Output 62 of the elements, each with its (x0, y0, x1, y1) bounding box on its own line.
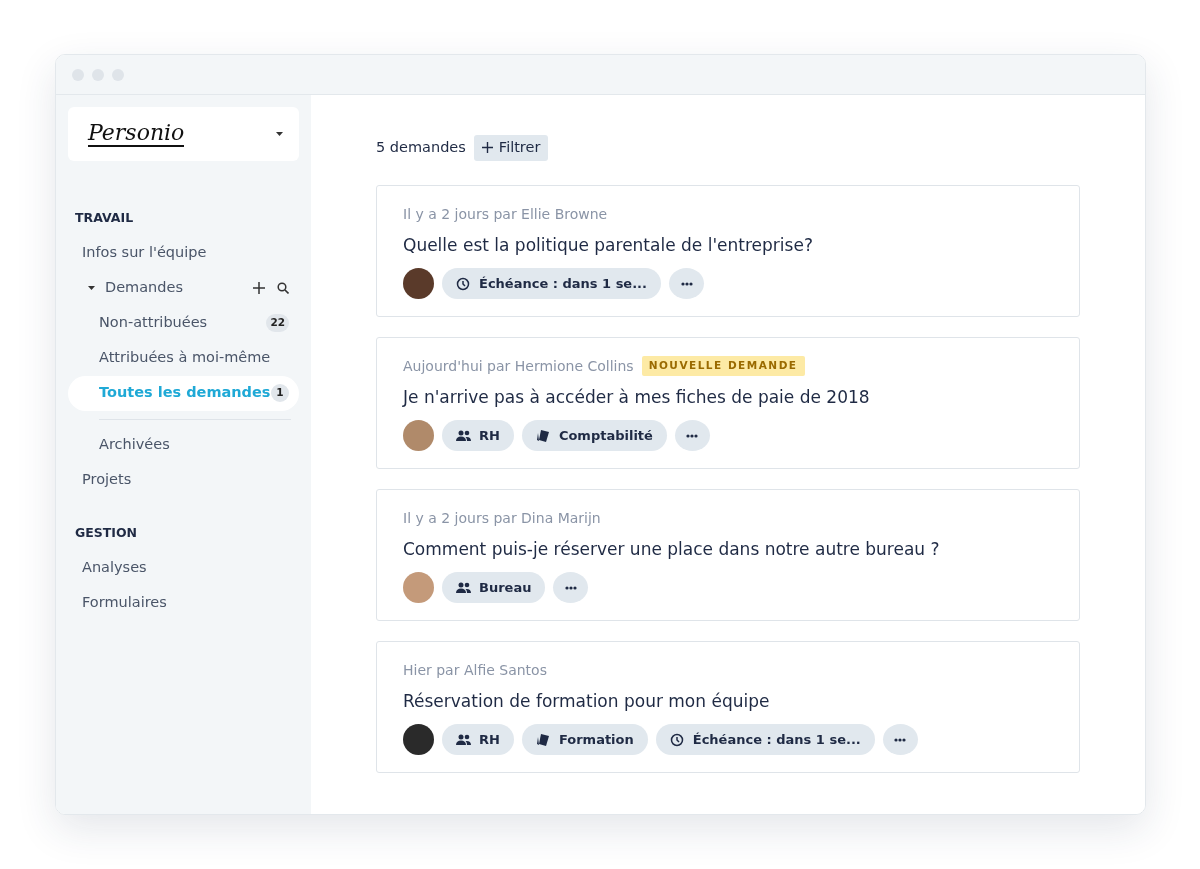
request-card[interactable]: Aujourd'hui par Hermione Collins NOUVELLE DEMANDE Je n'arrive pas à accéder à mes fiches de paie de 2018 RH Comptabilité (376, 336, 1080, 469)
more-button[interactable] (669, 268, 704, 300)
request-meta: Il y a 2 jours par Ellie Browne (403, 204, 608, 224)
cards-icon (535, 428, 551, 443)
sidebar-item[interactable]: Projets (68, 462, 299, 498)
count-badge: 1 (271, 384, 289, 403)
clock-icon (669, 732, 685, 747)
tag-chip[interactable]: Comptabilité (521, 420, 667, 452)
avatar (403, 268, 434, 300)
more-button[interactable] (553, 572, 589, 604)
people-icon (456, 428, 471, 443)
people-icon (456, 580, 471, 595)
avatar (403, 572, 434, 604)
sidebar-item[interactable]: Archivées (68, 427, 299, 463)
sidebar-item[interactable]: Analyses (68, 550, 299, 586)
tag-chip[interactable]: Formation (521, 724, 648, 756)
more-icon (680, 281, 693, 286)
request-meta: Aujourd'hui par Hermione Collins (403, 356, 634, 376)
sidebar-item[interactable]: Attribuées à moi-même (68, 340, 299, 376)
request-count: 5 demandes (376, 138, 466, 157)
section-heading: GESTION (75, 523, 139, 542)
sidebar-item[interactable]: Formulaires (68, 585, 299, 621)
count-badge: 22 (266, 314, 289, 333)
caret-icon (276, 132, 283, 136)
request-card[interactable]: Il y a 2 jours par Ellie Browne Quelle est la politique parentale de l'entreprise? Échéance : dans 1 se... (376, 184, 1080, 317)
new-request-badge: NOUVELLE DEMANDE (641, 356, 805, 377)
sidebar-item[interactable]: Infos sur l'équipe (68, 235, 299, 271)
more-icon (894, 737, 907, 742)
more-button[interactable] (882, 724, 918, 756)
filter-button[interactable]: Filtrer (473, 135, 549, 161)
more-icon (686, 433, 699, 438)
request-card[interactable]: Hier par Alfie Santos Réservation de formation pour mon équipe RH Formation Échéance : dans 1 se... (376, 640, 1080, 773)
caret-icon (88, 286, 95, 291)
clock-icon (456, 276, 471, 291)
more-icon (564, 585, 577, 590)
request-title: Comment puis-je réserver une place dans notre autre bureau ? (403, 537, 941, 561)
section-heading: TRAVAIL (75, 209, 135, 227)
request-meta: Hier par Alfie Santos (403, 660, 547, 680)
tag-chip[interactable]: Bureau (442, 572, 546, 604)
tag-chip[interactable]: Échéance : dans 1 se... (442, 268, 661, 300)
sidebar-item[interactable]: Non-attribuées 22 (68, 305, 299, 341)
sidebar-item[interactable]: Demandes (68, 270, 299, 306)
cards-icon (535, 732, 551, 747)
plus-icon[interactable] (253, 282, 265, 295)
request-title: Je n'arrive pas à accéder à mes fiches de paie de 2018 (403, 385, 871, 409)
plus-icon (481, 142, 493, 154)
sidebar-item-label: Demandes (105, 278, 183, 298)
sidebar-item[interactable]: Toutes les demandes 1 (68, 375, 299, 411)
more-button[interactable] (674, 420, 710, 452)
tag-chip[interactable]: RH (442, 724, 514, 756)
request-meta: Il y a 2 jours par Dina Marijn (403, 508, 601, 528)
tag-chip[interactable]: RH (442, 420, 514, 452)
avatar (403, 724, 434, 756)
tag-chip[interactable]: Échéance : dans 1 se... (655, 724, 875, 756)
request-title: Réservation de formation pour mon équipe (403, 689, 771, 713)
logo-card[interactable]: Personio (68, 107, 299, 161)
logo: Personio (88, 120, 185, 148)
people-icon (456, 732, 471, 747)
request-card[interactable]: Il y a 2 jours par Dina Marijn Comment puis-je réserver une place dans notre autre bureau ? Bureau (376, 488, 1080, 621)
search-icon[interactable] (277, 282, 289, 295)
avatar (403, 420, 434, 452)
request-title: Quelle est la politique parentale de l'entreprise? (403, 233, 814, 257)
